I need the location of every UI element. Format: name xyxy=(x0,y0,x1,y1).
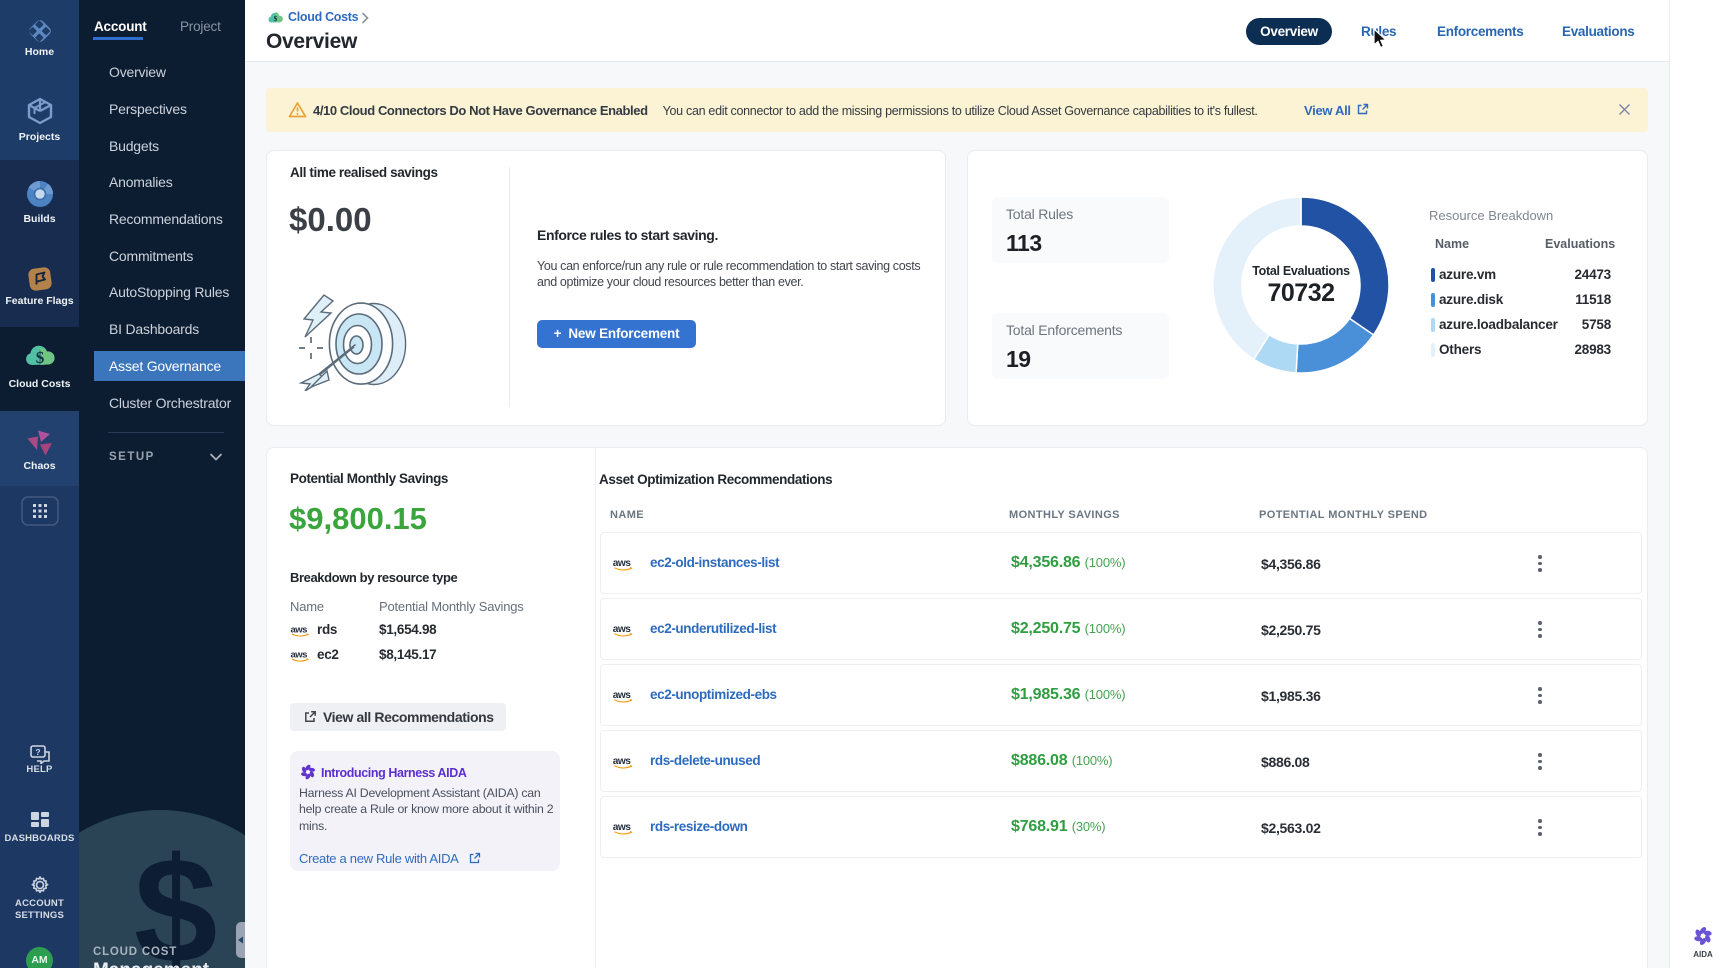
svg-text:aws: aws xyxy=(291,625,308,636)
svg-text:aws: aws xyxy=(613,756,631,767)
svg-text:aws: aws xyxy=(613,558,631,569)
svg-text:$: $ xyxy=(35,348,44,367)
svg-text:aws: aws xyxy=(291,650,308,661)
svg-text:aws: aws xyxy=(613,822,631,833)
svg-text:aws: aws xyxy=(613,690,631,701)
svg-text:aws: aws xyxy=(613,624,631,635)
svg-text:?: ? xyxy=(35,747,40,757)
svg-text:$: $ xyxy=(274,14,278,23)
